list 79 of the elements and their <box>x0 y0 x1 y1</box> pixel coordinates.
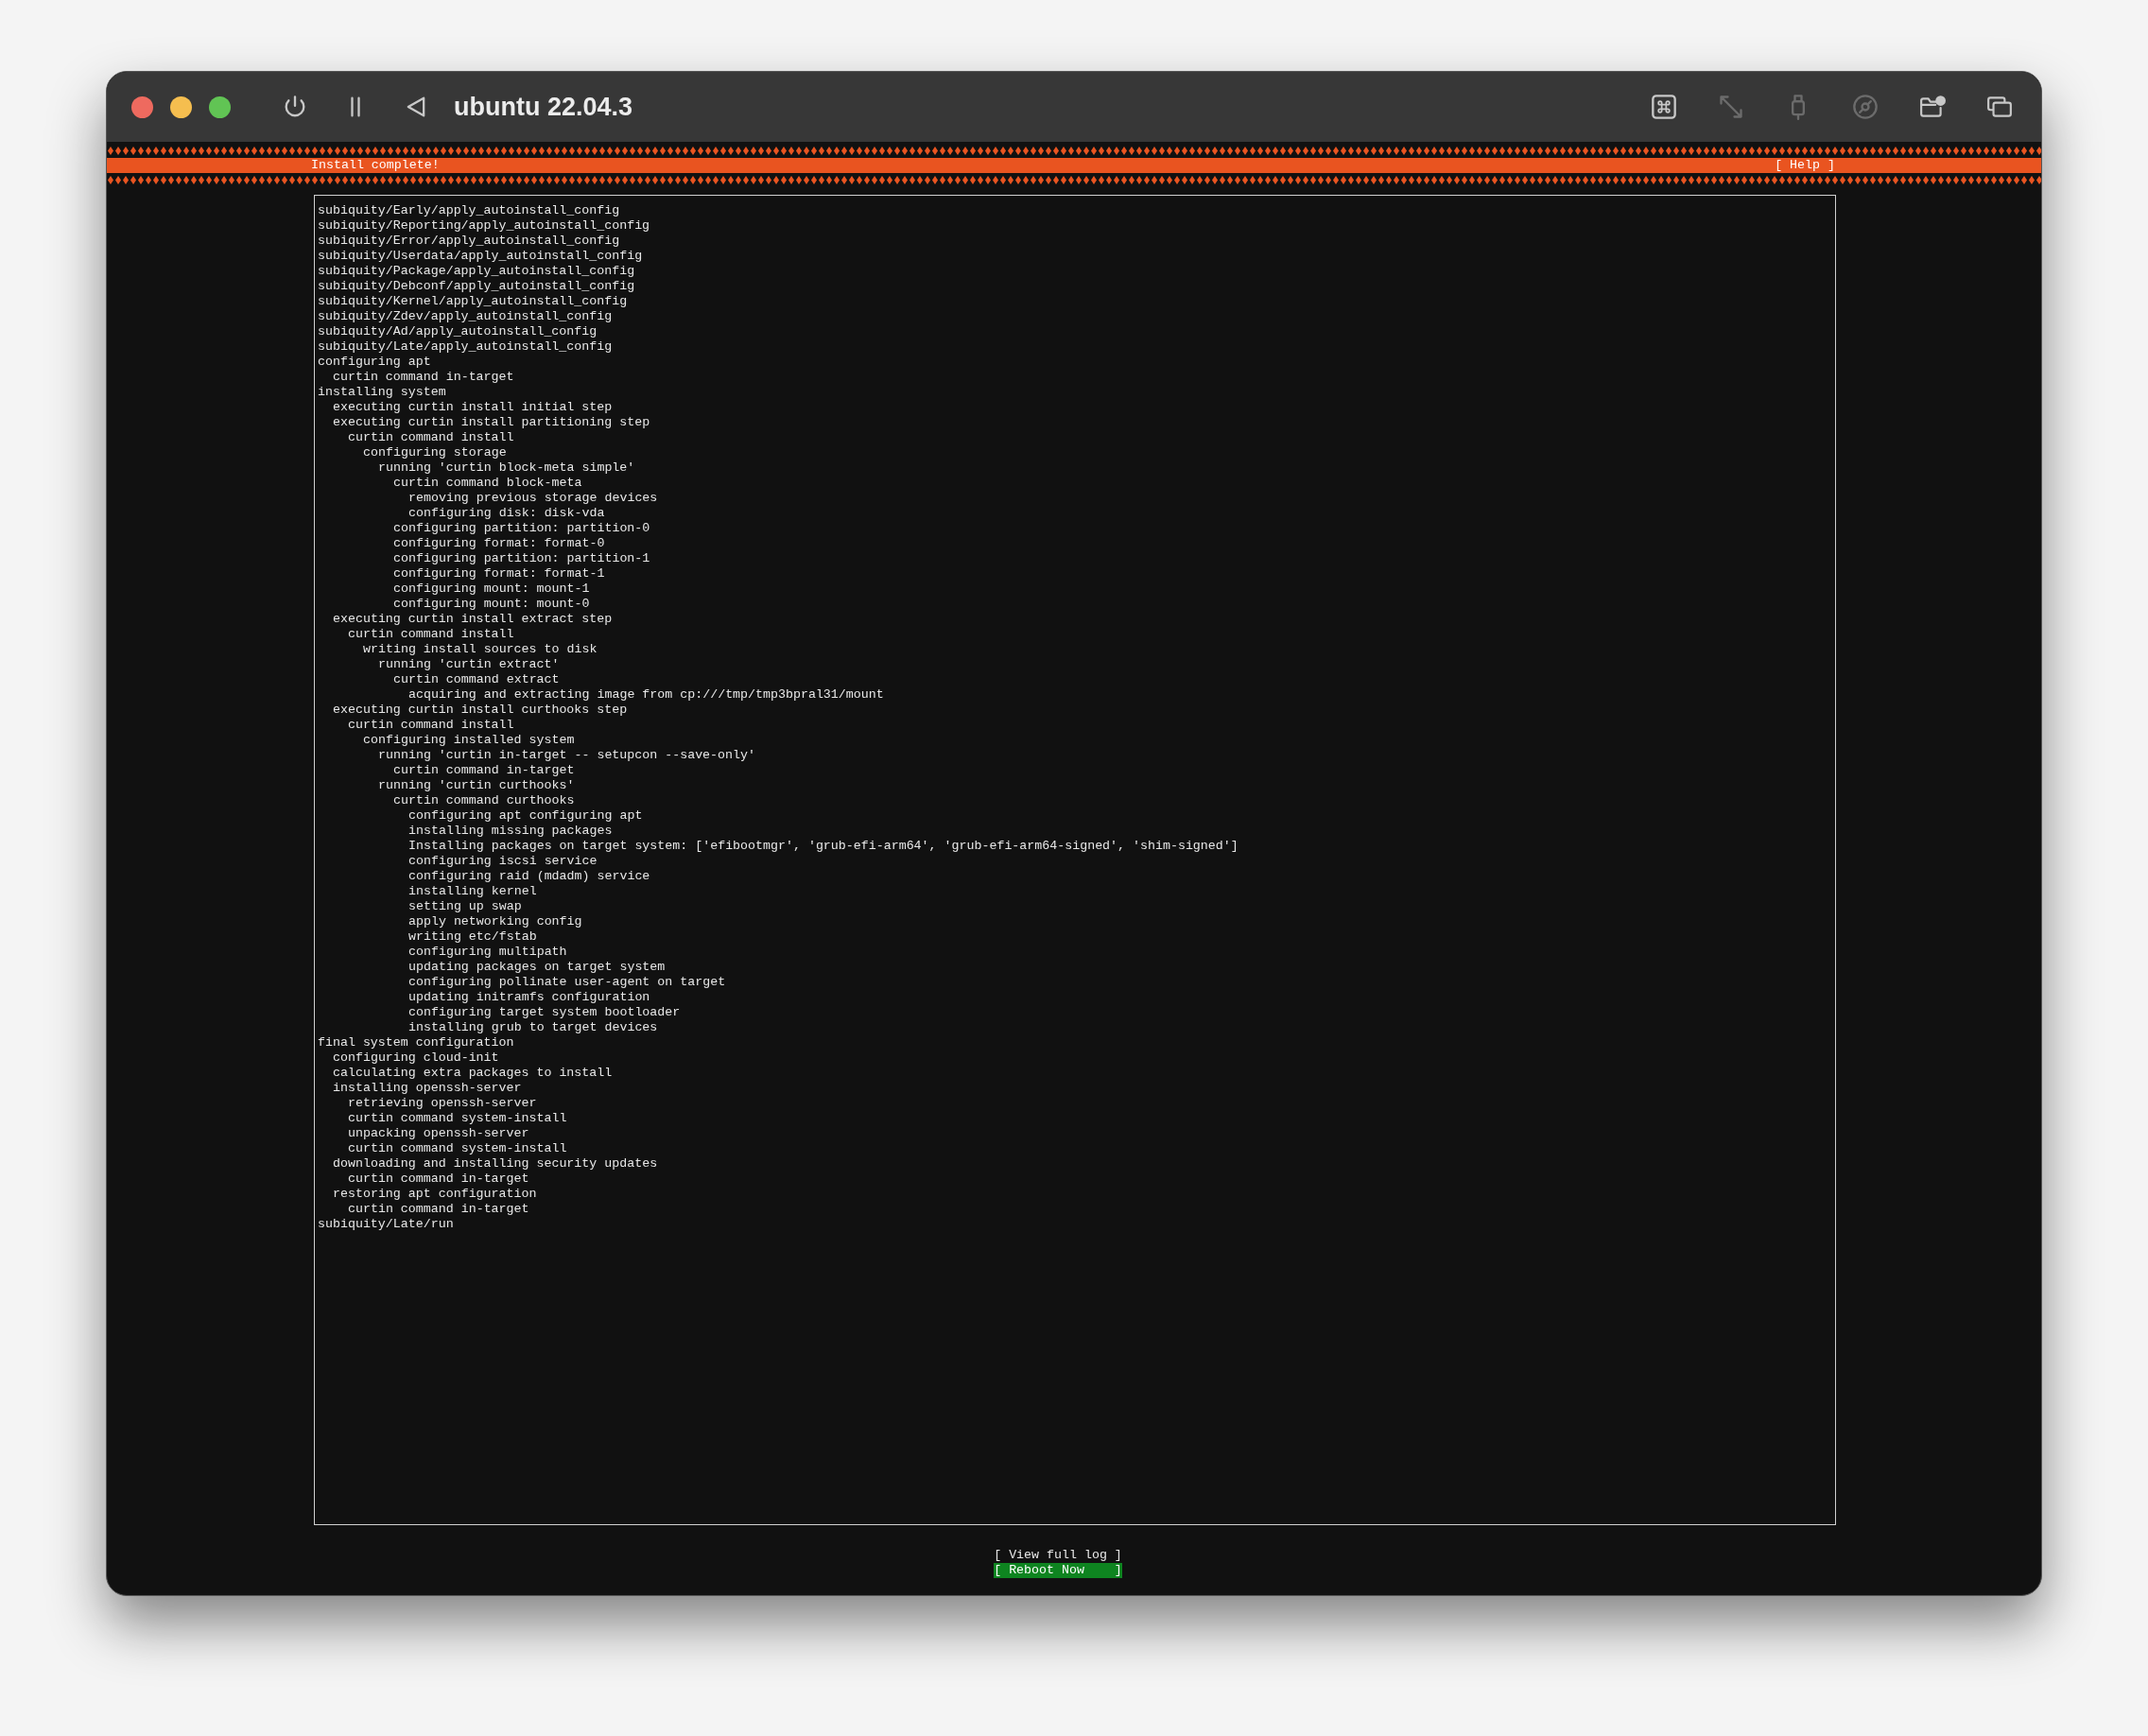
log-line: running 'curtin extract' <box>378 657 560 672</box>
log-line: apply networking config <box>408 914 582 929</box>
log-line: writing install sources to disk <box>363 642 598 657</box>
log-line: configuring mount: mount-0 <box>393 597 590 612</box>
log-line: subiquity/Kernel/apply_autoinstall_config <box>318 294 628 309</box>
log-line: subiquity/Userdata/apply_autoinstall_config <box>318 249 643 264</box>
log-line: running 'curtin block-meta simple' <box>378 460 635 476</box>
log-line: configuring disk: disk-vda <box>408 506 605 521</box>
log-line: subiquity/Debconf/apply_autoinstall_config <box>318 279 635 294</box>
log-line: curtin command install <box>348 718 514 733</box>
help-link[interactable]: [ Help ] <box>1775 158 1835 173</box>
log-line: subiquity/Late/run <box>318 1217 454 1232</box>
log-line: curtin command system-install <box>348 1141 567 1156</box>
log-line: setting up swap <box>408 899 522 914</box>
log-line: configuring apt configuring apt <box>408 808 643 824</box>
log-line: configuring storage <box>363 445 507 460</box>
log-line: updating initramfs configuration <box>408 990 650 1005</box>
log-line: configuring iscsi service <box>408 854 598 869</box>
log-line: configuring raid (mdadm) service <box>408 869 650 884</box>
log-line: calculating extra packages to install <box>333 1066 613 1081</box>
log-line: subiquity/Reporting/apply_autoinstall_config <box>318 218 650 234</box>
windows-icon[interactable] <box>1986 94 2013 120</box>
log-line: configuring target system bootloader <box>408 1005 681 1020</box>
log-line: configuring multipath <box>408 945 567 960</box>
shared-folder-icon[interactable] <box>1919 94 1946 120</box>
log-line: subiquity/Early/apply_autoinstall_config <box>318 203 620 218</box>
close-icon[interactable] <box>131 95 153 118</box>
log-line: configuring format: format-0 <box>393 536 605 551</box>
log-line: final system configuration <box>318 1035 514 1050</box>
log-line: configuring partition: partition-1 <box>393 551 650 566</box>
log-line: configuring cloud-init <box>333 1050 499 1066</box>
log-line: executing curtin install extract step <box>333 612 613 627</box>
log-line: Installing packages on target system: ['efibootmgr', 'grub-efi-arm64', 'grub-efi-arm64-signed', 'shim-signed'] <box>408 839 1239 854</box>
log-line: curtin command system-install <box>348 1111 567 1126</box>
log-line: running 'curtin curthooks' <box>378 778 575 793</box>
log-line: installing grub to target devices <box>408 1020 658 1035</box>
command-icon[interactable] <box>1651 94 1677 120</box>
log-line: subiquity/Late/apply_autoinstall_config <box>318 339 613 355</box>
window-title: ubuntu 22.04.3 <box>454 91 633 123</box>
log-line: installing openssh-server <box>333 1081 522 1096</box>
log-line: curtin command install <box>348 430 514 445</box>
log-line: restoring apt configuration <box>333 1187 537 1202</box>
log-line: executing curtin install curthooks step <box>333 703 628 718</box>
log-line: configuring partition: partition-0 <box>393 521 650 536</box>
log-line: executing curtin install initial step <box>333 400 613 415</box>
log-line: curtin command in-target <box>348 1172 529 1187</box>
header-title: Install complete! <box>311 158 440 173</box>
log-line: configuring mount: mount-1 <box>393 582 590 597</box>
log-line: configuring installed system <box>363 733 575 748</box>
log-line: subiquity/Error/apply_autoinstall_config <box>318 234 620 249</box>
log-line: configuring pollinate user-agent on target <box>408 975 726 990</box>
log-line: executing curtin install partitioning step <box>333 415 650 430</box>
log-line: curtin command block-meta <box>393 476 582 491</box>
log-line: configuring format: format-1 <box>393 566 605 582</box>
log-line: installing kernel <box>408 884 537 899</box>
log-line: curtin command in-target <box>333 370 514 385</box>
menu-button[interactable]: [ Reboot Now ] <box>994 1563 1122 1578</box>
log-line: configuring apt <box>318 355 431 370</box>
log-line: downloading and installing security updates <box>333 1156 658 1172</box>
menu-button[interactable]: [ View full log ] <box>994 1548 1122 1563</box>
log-line: running 'curtin in-target -- setupcon --save-only' <box>378 748 755 763</box>
log-line: curtin command install <box>348 627 514 642</box>
log-line: updating packages on target system <box>408 960 666 975</box>
log-line: subiquity/Ad/apply_autoinstall_config <box>318 324 598 339</box>
log-line: curtin command in-target <box>348 1202 529 1217</box>
log-line: writing etc/fstab <box>408 929 537 945</box>
log-line: curtin command in-target <box>393 763 575 778</box>
log-line: installing system <box>318 385 446 400</box>
maximize-icon[interactable] <box>209 95 231 118</box>
log-line: removing previous storage devices <box>408 491 658 506</box>
log-line: installing missing packages <box>408 824 613 839</box>
log-line: subiquity/Zdev/apply_autoinstall_config <box>318 309 613 324</box>
log-line: unpacking openssh-server <box>348 1126 529 1141</box>
log-line: curtin command extract <box>393 672 560 687</box>
log-line: curtin command curthooks <box>393 793 575 808</box>
minimize-icon[interactable] <box>170 95 192 118</box>
log-line: retrieving openssh-server <box>348 1096 537 1111</box>
log-line: acquiring and extracting image from cp:///tmp/tmp3bpral31/mount <box>408 687 884 703</box>
log-line: subiquity/Package/apply_autoinstall_config <box>318 264 635 279</box>
